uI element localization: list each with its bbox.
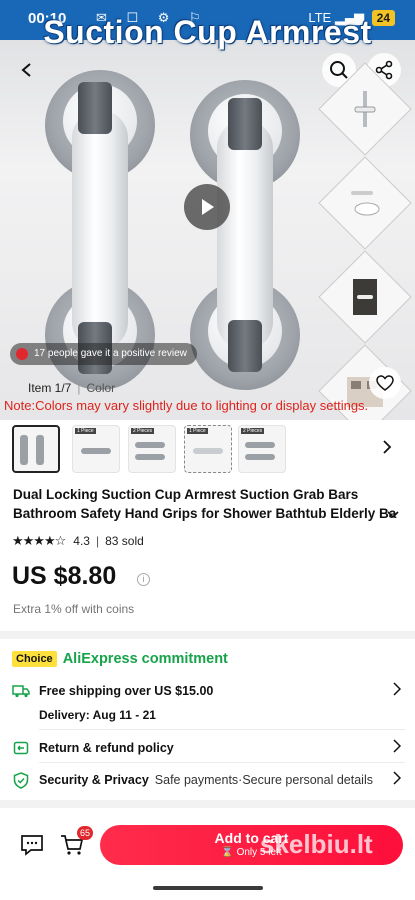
divider: | — [95, 534, 100, 548]
fire-icon — [16, 348, 28, 360]
chevron-left-icon — [21, 63, 31, 77]
play-video-button[interactable] — [184, 184, 230, 230]
shipping-label: Free shipping over US $15.00 — [39, 684, 214, 698]
coins-discount: Extra 1% off with coins — [13, 602, 135, 616]
section-divider — [0, 631, 415, 639]
gallery-counter: Item 1/7 | Color — [28, 381, 116, 395]
sold-count: 83 sold — [105, 534, 144, 548]
watermark: skelbiu.lt — [260, 829, 373, 859]
security-row[interactable]: Security & Privacy Safe payments·Secure … — [12, 771, 405, 789]
shield-check-icon — [12, 771, 30, 789]
variant-option[interactable]: 2 Pieces — [238, 425, 286, 473]
chevron-right-icon — [393, 739, 402, 758]
chevron-right-icon — [383, 440, 392, 454]
variant-selector: 1 Piece 2 Pieces 1 Piece 2 Pieces — [12, 425, 412, 475]
divider — [39, 762, 405, 763]
more-variants-button[interactable] — [382, 439, 392, 460]
chat-icon — [21, 835, 43, 856]
price: US $8.80 — [12, 562, 117, 590]
bottom-action-bar: 65 Add to cart ⌛ Only 5 left skelbiu.lt — [0, 808, 415, 900]
product-gallery[interactable]: 00:10 ✉ ☐ ⚙ ⚐ LTE ▂▄▆ 24 Suction Cup Arm… — [0, 0, 415, 420]
toilet-scene-icon — [351, 191, 380, 216]
variant-option[interactable]: 2 Pieces — [128, 425, 176, 473]
shower-scene-icon — [354, 91, 376, 127]
chevron-right-icon — [393, 682, 402, 701]
play-icon — [202, 199, 214, 215]
wishlist-button[interactable] — [369, 367, 401, 399]
chevron-right-icon — [393, 771, 402, 790]
door-scene-icon — [353, 279, 377, 315]
commitment-title: AliExpress commitment — [62, 651, 228, 667]
expand-title-button[interactable] — [387, 506, 399, 524]
rating-row[interactable]: ★★★★☆ 4.3 | 83 sold — [12, 533, 144, 549]
section-divider — [0, 800, 415, 808]
rating-stars: ★★★★☆ — [12, 533, 66, 548]
return-policy-row[interactable]: Return & refund policy — [12, 739, 405, 757]
security-label: Security & Privacy — [39, 773, 149, 787]
variant-option[interactable] — [12, 425, 60, 473]
choice-badge: Choice — [12, 651, 57, 667]
back-button[interactable] — [10, 53, 44, 87]
divider — [39, 729, 405, 730]
shipping-row[interactable]: Free shipping over US $15.00 — [12, 682, 405, 700]
variant-option-unavailable[interactable]: 1 Piece — [184, 425, 232, 473]
scene-thumbnail-shower[interactable] — [318, 62, 412, 156]
color-note: Note:Colors may vary slightly due to lig… — [4, 398, 369, 413]
security-sub: Safe payments·Secure personal details — [154, 773, 373, 787]
product-title: Dual Locking Suction Cup Armrest Suction… — [13, 487, 397, 521]
home-indicator[interactable] — [153, 886, 263, 890]
commitment-header: Choice AliExpress commitment — [12, 651, 228, 667]
return-icon — [12, 739, 30, 757]
positive-review-pill: 17 people gave it a positive review — [10, 343, 197, 365]
product-image-grab-bar-left — [40, 70, 160, 390]
return-label: Return & refund policy — [39, 741, 174, 755]
info-icon[interactable]: i — [137, 573, 150, 586]
product-image-grab-bar-right — [180, 80, 310, 390]
heart-icon — [376, 375, 394, 391]
variant-option[interactable]: 1 Piece — [72, 425, 120, 473]
banner-title: Suction Cup Armrest — [43, 14, 372, 50]
truck-icon — [12, 682, 30, 700]
scene-thumbnail-door[interactable] — [318, 250, 412, 344]
chat-button[interactable] — [20, 834, 46, 860]
scene-thumbnail-toilet[interactable] — [318, 156, 412, 250]
rating-value: 4.3 — [73, 534, 90, 548]
cart-count-badge: 65 — [77, 826, 94, 840]
chevron-down-icon — [387, 511, 399, 519]
delivery-estimate: Delivery: Aug 11 - 21 — [39, 708, 156, 722]
gallery-scene-thumbnails — [318, 62, 412, 420]
